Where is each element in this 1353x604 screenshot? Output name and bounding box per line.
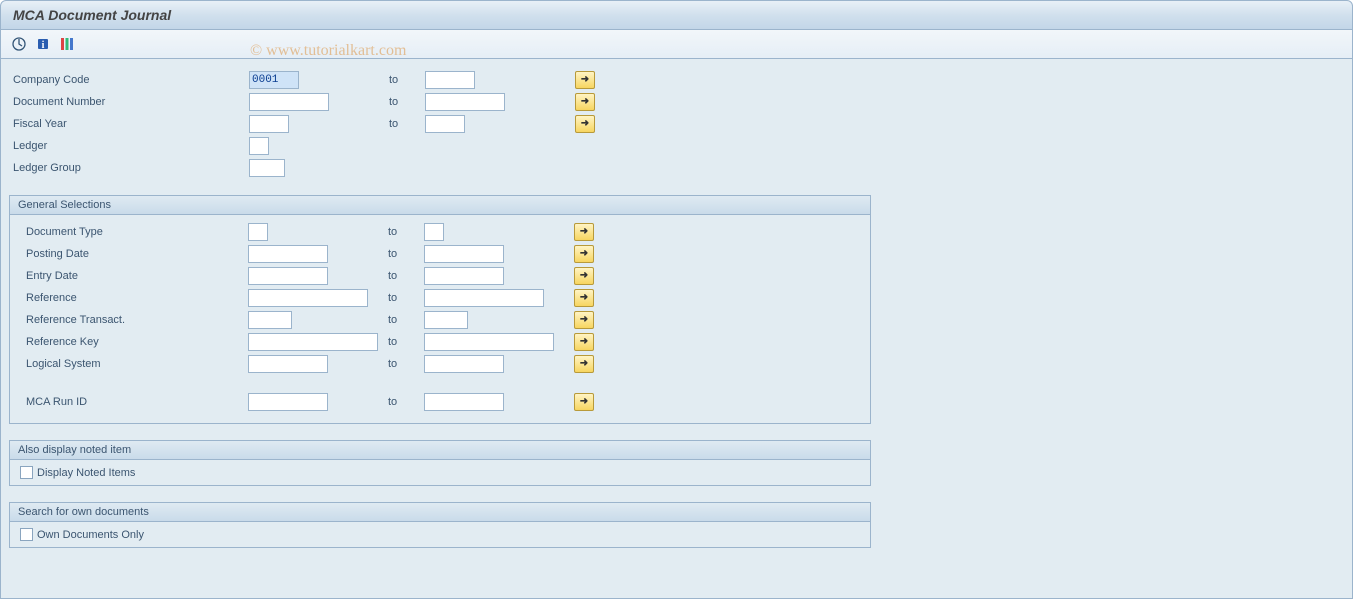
noted-item-title: Also display noted item	[10, 441, 870, 460]
main-area: Company Code to ➜ Document Number to ➜ F…	[0, 59, 1353, 599]
ledger-label: Ledger	[9, 140, 249, 152]
company-code-multiple-button[interactable]: ➜	[575, 71, 595, 89]
display-noted-checkbox[interactable]	[20, 466, 33, 479]
reference-multiple-button[interactable]: ➜	[574, 289, 594, 307]
document-type-from-input[interactable]	[248, 223, 268, 241]
company-code-to-input[interactable]	[425, 71, 475, 89]
fiscal-year-to-input[interactable]	[425, 115, 465, 133]
mca-run-id-multiple-button[interactable]: ➜	[574, 393, 594, 411]
entry-date-label: Entry Date	[16, 270, 248, 282]
logical-system-label: Logical System	[16, 358, 248, 370]
document-number-from-input[interactable]	[249, 93, 329, 111]
reference-key-from-input[interactable]	[248, 333, 378, 351]
to-label: to	[388, 270, 424, 282]
title-bar: MCA Document Journal	[0, 0, 1353, 30]
execute-icon[interactable]	[9, 34, 29, 54]
posting-date-to-input[interactable]	[424, 245, 504, 263]
logical-system-from-input[interactable]	[248, 355, 328, 373]
own-documents-label: Own Documents Only	[37, 529, 144, 541]
info-icon[interactable]: i	[33, 34, 53, 54]
to-label: to	[388, 336, 424, 348]
to-label: to	[388, 292, 424, 304]
mca-run-id-label: MCA Run ID	[16, 396, 248, 408]
to-label: to	[388, 396, 424, 408]
document-number-multiple-button[interactable]: ➜	[575, 93, 595, 111]
to-label: to	[388, 248, 424, 260]
posting-date-from-input[interactable]	[248, 245, 328, 263]
to-label: to	[388, 314, 424, 326]
svg-text:i: i	[42, 40, 45, 51]
logical-system-to-input[interactable]	[424, 355, 504, 373]
document-type-multiple-button[interactable]: ➜	[574, 223, 594, 241]
toolbar: i	[0, 30, 1353, 59]
general-selections-group: General Selections Document Type to ➜ Po…	[9, 195, 871, 424]
display-noted-label: Display Noted Items	[37, 467, 135, 479]
posting-date-multiple-button[interactable]: ➜	[574, 245, 594, 263]
to-label: to	[389, 74, 425, 86]
ref-transact-to-input[interactable]	[424, 311, 468, 329]
entry-date-multiple-button[interactable]: ➜	[574, 267, 594, 285]
reference-from-input[interactable]	[248, 289, 368, 307]
reference-label: Reference	[16, 292, 248, 304]
company-code-from-input[interactable]	[249, 71, 299, 89]
own-documents-title: Search for own documents	[10, 503, 870, 522]
mca-run-id-to-input[interactable]	[424, 393, 504, 411]
page-title: MCA Document Journal	[13, 7, 171, 23]
reference-to-input[interactable]	[424, 289, 544, 307]
reference-key-multiple-button[interactable]: ➜	[574, 333, 594, 351]
ledger-group-input[interactable]	[249, 159, 285, 177]
to-label: to	[388, 358, 424, 370]
entry-date-to-input[interactable]	[424, 267, 504, 285]
fiscal-year-from-input[interactable]	[249, 115, 289, 133]
own-documents-checkbox[interactable]	[20, 528, 33, 541]
company-code-label: Company Code	[9, 74, 249, 86]
fiscal-year-multiple-button[interactable]: ➜	[575, 115, 595, 133]
to-label: to	[389, 96, 425, 108]
reference-key-to-input[interactable]	[424, 333, 554, 351]
ref-transact-label: Reference Transact.	[16, 314, 248, 326]
posting-date-label: Posting Date	[16, 248, 248, 260]
own-documents-group: Search for own documents Own Documents O…	[9, 502, 871, 548]
document-type-label: Document Type	[16, 226, 248, 238]
ref-transact-multiple-button[interactable]: ➜	[574, 311, 594, 329]
to-label: to	[389, 118, 425, 130]
mca-run-id-from-input[interactable]	[248, 393, 328, 411]
logical-system-multiple-button[interactable]: ➜	[574, 355, 594, 373]
to-label: to	[388, 226, 424, 238]
variants-icon[interactable]	[57, 34, 77, 54]
document-number-label: Document Number	[9, 96, 249, 108]
noted-item-group: Also display noted item Display Noted It…	[9, 440, 871, 486]
document-type-to-input[interactable]	[424, 223, 444, 241]
ledger-input[interactable]	[249, 137, 269, 155]
fiscal-year-label: Fiscal Year	[9, 118, 249, 130]
reference-key-label: Reference Key	[16, 336, 248, 348]
entry-date-from-input[interactable]	[248, 267, 328, 285]
general-selections-title: General Selections	[10, 196, 870, 215]
ledger-group-label: Ledger Group	[9, 162, 249, 174]
document-number-to-input[interactable]	[425, 93, 505, 111]
ref-transact-from-input[interactable]	[248, 311, 292, 329]
